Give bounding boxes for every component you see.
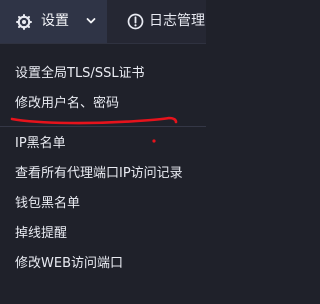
menu-item-label: 修改WEB访问端口 xyxy=(15,256,123,271)
menu-item-change-web-port[interactable]: 修改WEB访问端口 xyxy=(0,249,206,279)
top-navigation: 设置 日志管理 xyxy=(0,0,206,44)
menu-item-wallet-blacklist[interactable]: 钱包黑名单 xyxy=(0,189,206,219)
menu-item-label: 钱包黑名单 xyxy=(15,196,81,211)
menu-item-label: 修改用户名、密码 xyxy=(15,96,120,111)
menu-divider xyxy=(0,126,206,127)
log-management-tab[interactable]: 日志管理 xyxy=(117,0,206,43)
settings-tab-label: 设置 xyxy=(41,13,69,29)
menu-item-offline-alert[interactable]: 掉线提醒 xyxy=(0,219,206,249)
gear-icon xyxy=(16,14,32,30)
menu-item-label: IP黑名单 xyxy=(15,136,66,151)
menu-item-change-username-password[interactable]: 修改用户名、密码 xyxy=(0,89,206,119)
app-window: 设置 日志管理 设置全局TLS/SSL证书 修改用户名、密码 IP黑名单 查看所… xyxy=(0,0,206,304)
menu-item-label: 掉线提醒 xyxy=(15,226,68,241)
settings-tab[interactable]: 设置 xyxy=(0,0,107,43)
menu-item-proxy-ip-access-records[interactable]: 查看所有代理端口IP访问记录 xyxy=(0,159,206,189)
menu-item-label: 查看所有代理端口IP访问记录 xyxy=(15,166,183,181)
menu-item-ip-blacklist[interactable]: IP黑名单 xyxy=(0,129,206,159)
info-circle-icon xyxy=(127,13,144,30)
menu-item-label: 设置全局TLS/SSL证书 xyxy=(15,66,145,81)
settings-dropdown-menu: 设置全局TLS/SSL证书 修改用户名、密码 IP黑名单 查看所有代理端口IP访… xyxy=(0,44,206,304)
log-management-label: 日志管理 xyxy=(149,13,205,29)
chevron-down-icon xyxy=(86,18,96,24)
menu-item-global-tls-ssl[interactable]: 设置全局TLS/SSL证书 xyxy=(0,59,206,89)
